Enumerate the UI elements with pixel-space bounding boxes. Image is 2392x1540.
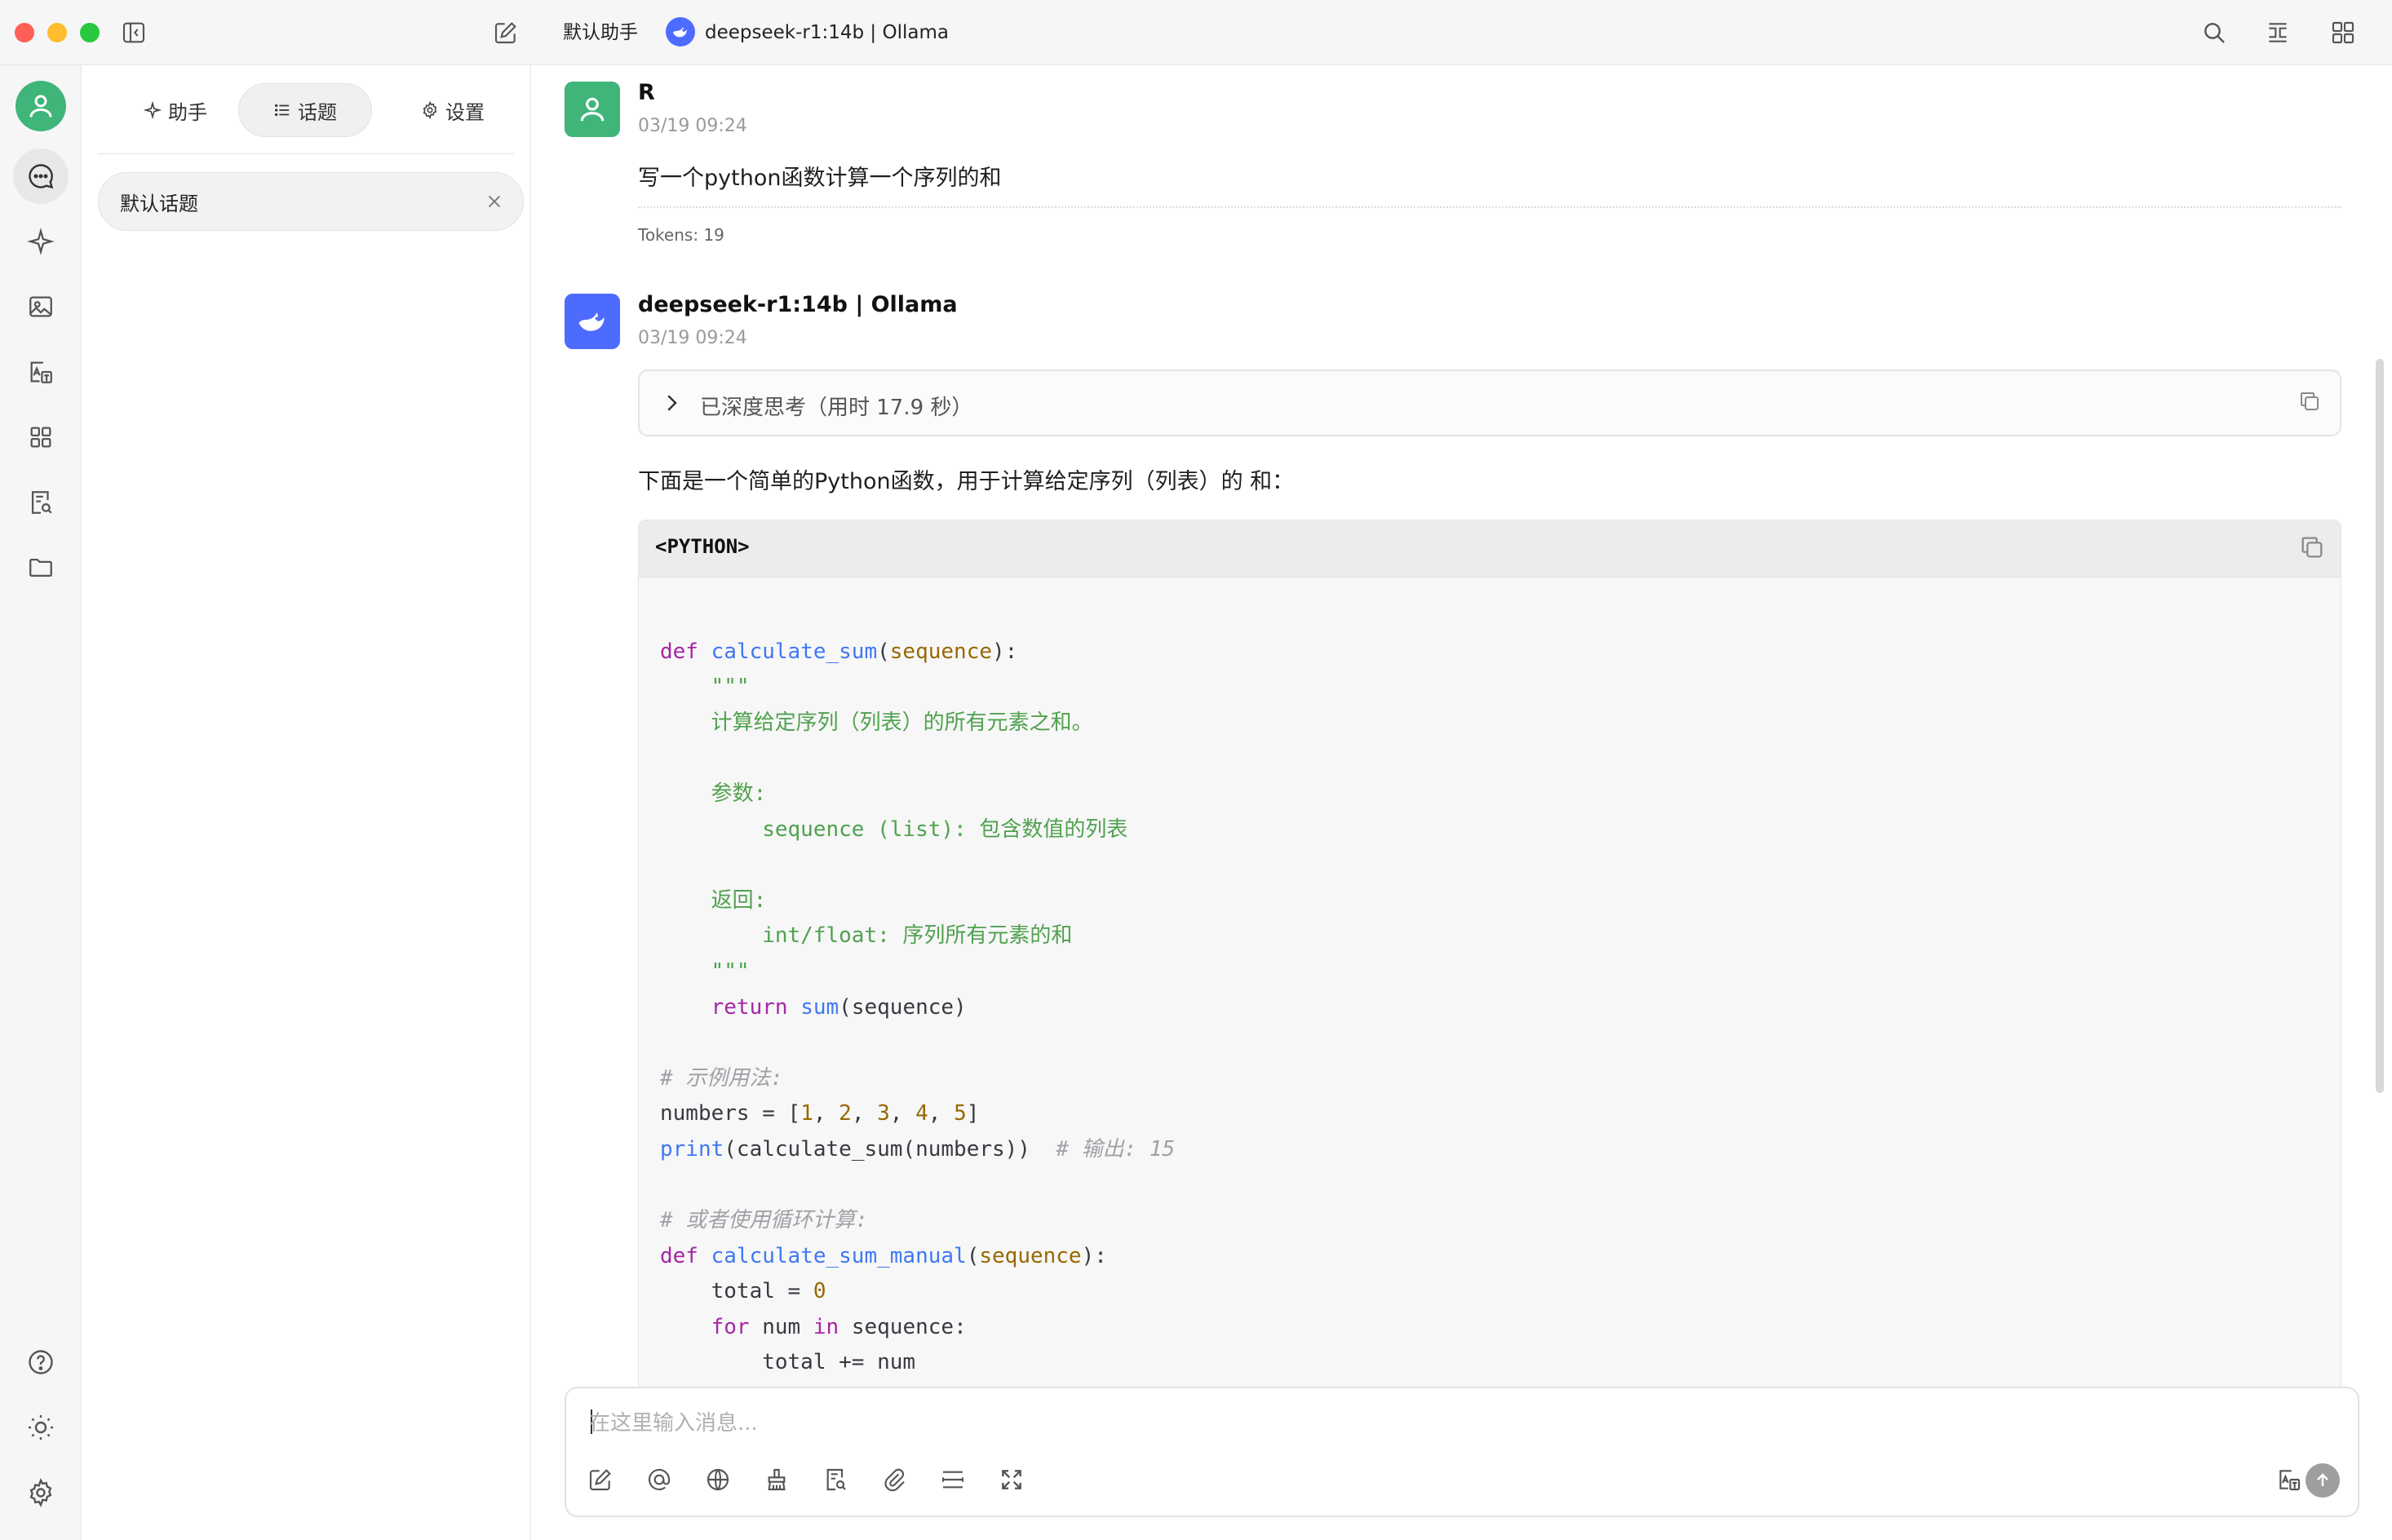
web-search-icon[interactable] — [702, 1463, 734, 1496]
close-window-button[interactable] — [15, 23, 34, 42]
minimize-window-button[interactable] — [47, 23, 67, 42]
theme-sun-icon[interactable] — [13, 1400, 69, 1455]
user-icon — [580, 97, 605, 122]
send-button[interactable] — [2306, 1463, 2340, 1498]
chevron-right-icon — [659, 391, 684, 415]
message-input-box[interactable]: 在这里输入消息... — [565, 1387, 2359, 1517]
assistant-sender-name: deepseek-r1:14b | Ollama — [638, 292, 958, 317]
tab-topics-label: 话题 — [298, 100, 337, 124]
thinking-collapsible[interactable]: 已深度思考（用时 17.9 秒） — [638, 370, 2341, 436]
fullscreen-icon[interactable] — [995, 1463, 1028, 1496]
folder-icon[interactable] — [13, 540, 69, 595]
navigation-rail — [0, 65, 82, 1540]
chat-icon[interactable] — [13, 148, 69, 204]
model-label[interactable]: deepseek-r1:14b | Ollama — [705, 20, 949, 46]
apps-icon[interactable] — [13, 409, 69, 465]
model-logo-icon — [666, 17, 695, 46]
knowledge-base-icon[interactable] — [819, 1463, 852, 1496]
search-icon[interactable] — [2198, 16, 2230, 49]
panel-divider — [98, 153, 514, 154]
context-separator-icon[interactable] — [937, 1463, 969, 1496]
translate-icon[interactable] — [13, 344, 69, 400]
sparkle-icon — [144, 101, 162, 119]
tab-settings-label: 设置 — [445, 100, 485, 124]
grid-icon[interactable] — [2327, 16, 2359, 49]
model-avatar — [565, 294, 620, 349]
token-count: Tokens: 19 — [638, 225, 724, 245]
copy-code-icon[interactable] — [2298, 533, 2326, 561]
document-search-icon[interactable] — [13, 475, 69, 530]
code-block: <PYTHON> def calculate_sum(sequence): ""… — [638, 520, 2341, 1498]
code-language: <PYTHON> — [655, 535, 750, 558]
clear-broom-icon[interactable] — [760, 1463, 793, 1496]
assistant-name[interactable]: 默认助手 — [563, 20, 638, 46]
tab-topics[interactable]: 话题 — [238, 83, 372, 137]
close-icon[interactable] — [482, 189, 507, 214]
translate-input-icon[interactable] — [2273, 1463, 2306, 1496]
user-avatar — [565, 82, 620, 137]
title-bar: 默认助手 deepseek-r1:14b | Ollama — [0, 0, 2392, 65]
tab-assistant[interactable]: 助手 — [122, 83, 228, 137]
code-header: <PYTHON> — [639, 520, 2341, 578]
topic-item[interactable]: 默认话题 — [98, 172, 524, 231]
avatar-icon — [16, 81, 66, 131]
arrow-up-icon — [2317, 1473, 2328, 1486]
new-chat-icon[interactable] — [489, 16, 522, 49]
sidebar-toggle-icon[interactable] — [117, 16, 150, 49]
user-message-time: 03/19 09:24 — [638, 116, 747, 136]
sparkle-icon[interactable] — [13, 214, 69, 269]
topic-label: 默认话题 — [120, 192, 198, 215]
thinking-label: 已深度思考（用时 17.9 秒） — [700, 396, 973, 420]
code-content: def calculate_sum(sequence): """ 计算给定序列（… — [660, 639, 1176, 1410]
settings-icon[interactable] — [13, 1465, 69, 1520]
mention-icon[interactable] — [643, 1463, 676, 1496]
image-icon[interactable] — [13, 279, 69, 334]
attachment-icon[interactable] — [878, 1463, 910, 1496]
user-sender-name: R — [638, 80, 655, 105]
user-message-text: 写一个python函数计算一个序列的和 — [638, 166, 1002, 191]
user-avatar[interactable] — [13, 78, 69, 134]
gear-icon — [423, 101, 437, 119]
deepseek-whale-icon — [578, 312, 605, 331]
zoom-window-button[interactable] — [80, 23, 100, 42]
tab-settings[interactable]: 设置 — [392, 83, 514, 137]
help-icon[interactable] — [13, 1334, 69, 1390]
message-input-placeholder[interactable]: 在这里输入消息... — [589, 1406, 758, 1436]
list-icon — [275, 104, 290, 117]
copy-icon[interactable] — [2297, 389, 2322, 414]
topics-panel: 助手 话题 设置 默认话题 — [82, 65, 531, 1540]
message-divider — [638, 206, 2341, 208]
tab-assistant-label: 助手 — [168, 100, 207, 124]
assistant-intro-text: 下面是一个简单的Python函数，用于计算给定序列（列表）的 和： — [638, 469, 1295, 494]
chat-scrollbar[interactable] — [2376, 359, 2384, 1093]
new-topic-icon[interactable] — [584, 1463, 617, 1496]
assistant-message-time: 03/19 09:24 — [638, 328, 747, 348]
expand-icon[interactable] — [2261, 16, 2294, 49]
